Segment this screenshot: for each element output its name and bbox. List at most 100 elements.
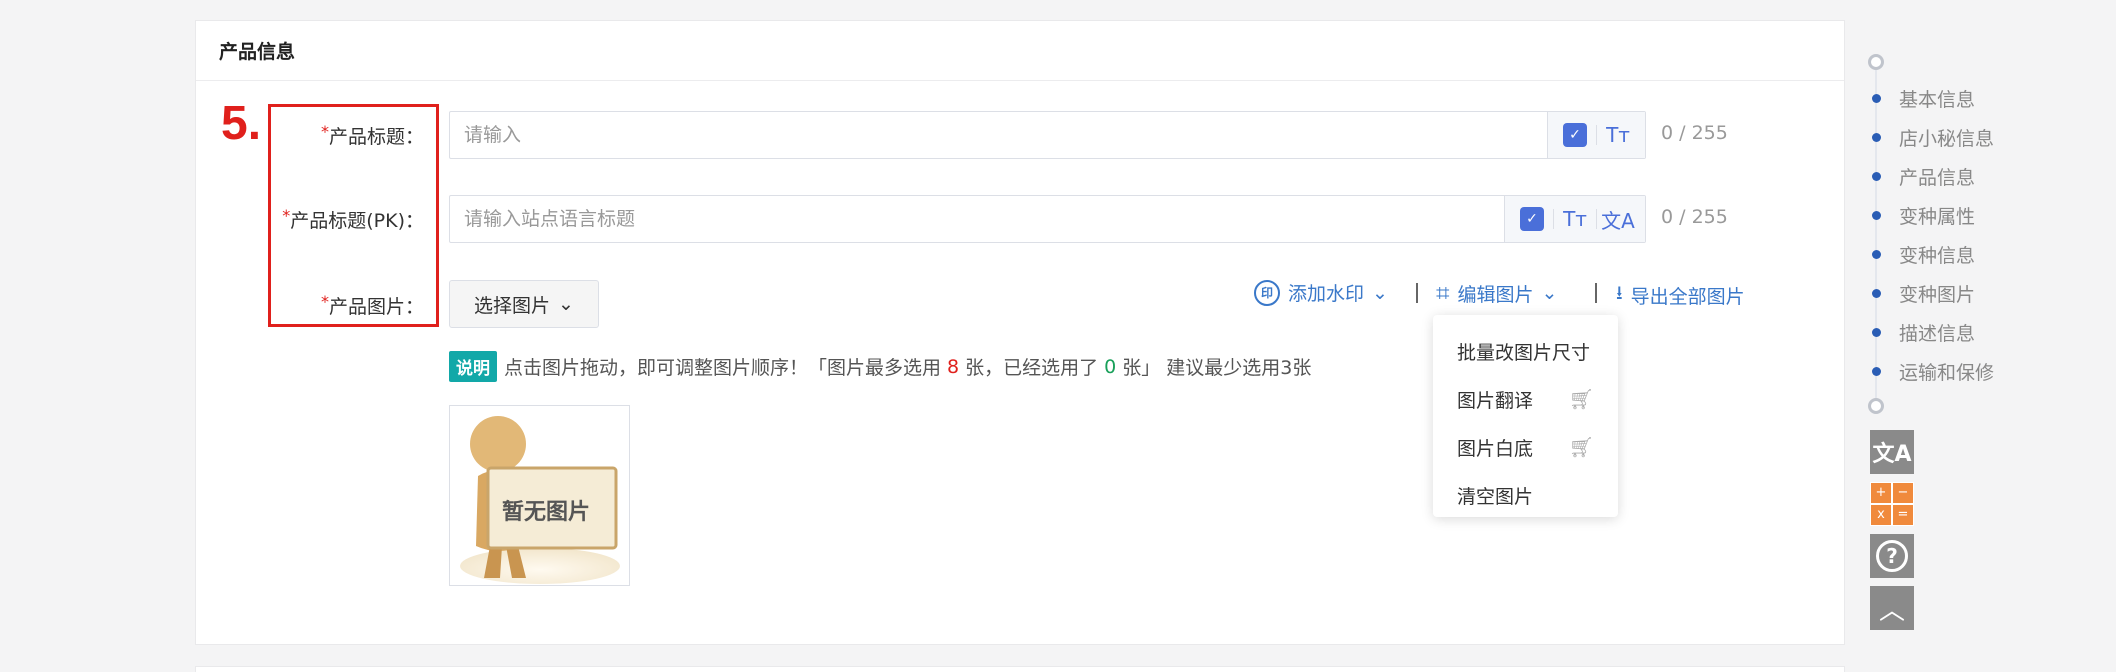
cart-icon: 🛒︎ [1568, 435, 1594, 459]
help-button[interactable]: ? [1870, 534, 1914, 578]
export-all-label: 导出全部图片 [1630, 285, 1745, 308]
nav-item-variant-attrs[interactable]: 变种属性 [1872, 202, 1975, 229]
nav-item-product-info[interactable]: 产品信息 [1872, 163, 1975, 190]
product-images-label-text: 产品图片： [328, 296, 424, 318]
chevron-up-icon: ︿ [1878, 595, 1905, 626]
translate-tool-button[interactable]: 文A [1870, 430, 1914, 474]
product-title-pk-label-text: 产品标题(PK)： [290, 210, 424, 232]
nav-item-description[interactable]: 描述信息 [1872, 319, 1975, 346]
chevron-down-icon: ⌄ [1541, 282, 1558, 304]
product-title-pk-input[interactable] [450, 196, 1504, 242]
select-images-button[interactable]: 选择图片 ⌄ [449, 280, 599, 328]
tip-text-a: 点击图片拖动，即可调整图片顺序！「图片最多选用 [504, 357, 942, 379]
product-title-field[interactable]: ✓ Tт [449, 111, 1646, 159]
product-title-input[interactable] [450, 112, 1547, 158]
calculator-button[interactable]: + − x = [1870, 482, 1914, 526]
add-watermark-label: 添加水印 [1288, 283, 1365, 305]
edit-images-button[interactable]: ⌗ 编辑图片 ⌄ [1436, 279, 1557, 307]
product-title-counter: 0 / 255 [1661, 122, 1728, 144]
nav-label: 变种属性 [1899, 206, 1976, 228]
calculator-icon: + − x = [1871, 483, 1913, 525]
add-watermark-button[interactable]: 印 添加水印 ⌄ [1254, 279, 1388, 306]
nav-item-variant-info[interactable]: 变种信息 [1872, 241, 1975, 268]
product-title-tools: ✓ Tт [1547, 112, 1645, 158]
menu-item-white-background[interactable]: 图片白底 🛒︎ [1433, 423, 1618, 471]
product-title-pk-field[interactable]: ✓ Tт 文A [449, 195, 1646, 243]
product-title-label-text: 产品标题： [328, 126, 424, 148]
nav-label: 基本信息 [1899, 89, 1976, 111]
watermark-icon: 印 [1254, 279, 1280, 306]
nav-label: 店小秘信息 [1899, 128, 1995, 150]
clean-brush-icon[interactable]: ✓ [1558, 120, 1592, 150]
toolbar-divider [1595, 283, 1597, 303]
nav-dot [1872, 172, 1881, 181]
menu-item-label: 清空图片 [1457, 485, 1534, 508]
product-title-pk-counter: 0 / 255 [1661, 206, 1728, 228]
nav-dot [1872, 133, 1881, 142]
export-all-images-button[interactable]: ⭳ 导出全部图片 [1616, 279, 1745, 311]
nav-item-variant-images[interactable]: 变种图片 [1872, 280, 1975, 307]
edit-images-label: 编辑图片 [1457, 283, 1534, 306]
menu-item-label: 图片白底 [1457, 437, 1534, 460]
menu-item-resize[interactable]: 批量改图片尺寸 [1433, 327, 1618, 375]
menu-item-clear-images[interactable]: 清空图片 [1433, 471, 1618, 519]
tip-text-c: 张」 建议最少选用3张 [1122, 357, 1312, 379]
tip-max-count: 8 [947, 355, 960, 378]
nav-item-basic-info[interactable]: 基本信息 [1872, 85, 1975, 112]
download-icon: ⭳ [1616, 282, 1623, 304]
text-case-icon[interactable]: Tт [1601, 120, 1635, 150]
menu-item-translate[interactable]: 图片翻译 🛒︎ [1433, 375, 1618, 423]
nav-item-shipping[interactable]: 运输和保修 [1872, 358, 1994, 385]
nav-dot [1872, 94, 1881, 103]
product-title-label: *产品标题： [320, 122, 424, 148]
nav-label: 变种信息 [1899, 245, 1976, 267]
text-case-icon[interactable]: Tт [1558, 204, 1592, 234]
nav-dot [1872, 328, 1881, 337]
calc-plus: + [1871, 483, 1891, 503]
no-image-caption: 暂无图片 [502, 500, 591, 525]
question-icon: ? [1876, 540, 1908, 572]
cart-icon: 🛒︎ [1568, 387, 1594, 411]
tip-used-count: 0 [1104, 355, 1117, 378]
nav-item-store-info[interactable]: 店小秘信息 [1872, 124, 1994, 151]
section-title: 产品信息 [196, 21, 1844, 81]
nav-dot [1872, 250, 1881, 259]
nav-label: 运输和保修 [1899, 362, 1995, 384]
edit-images-menu: 批量改图片尺寸 图片翻译 🛒︎ 图片白底 🛒︎ 清空图片 [1433, 315, 1618, 517]
calc-equals: = [1893, 505, 1913, 525]
anchor-line [1875, 70, 1877, 400]
nav-dot [1872, 211, 1881, 220]
divider [1596, 125, 1597, 145]
product-title-pk-label: *产品标题(PK)： [282, 206, 424, 232]
product-image-placeholder[interactable]: 暂无图片 [449, 405, 630, 586]
nav-label: 产品信息 [1899, 167, 1976, 189]
chevron-down-icon: ⌄ [558, 293, 574, 315]
clean-brush-icon[interactable]: ✓ [1515, 204, 1549, 234]
nav-dot [1872, 367, 1881, 376]
product-title-pk-tools: ✓ Tт 文A [1504, 196, 1645, 242]
product-images-label: *产品图片： [320, 292, 424, 318]
menu-item-label: 批量改图片尺寸 [1457, 341, 1591, 364]
divider [1596, 209, 1597, 229]
tip-tag: 说明 [449, 351, 497, 382]
chevron-down-icon: ⌄ [1372, 281, 1388, 304]
divider [1553, 209, 1554, 229]
nav-dot [1872, 289, 1881, 298]
step-annotation: 5. [221, 97, 262, 150]
nav-label: 描述信息 [1899, 323, 1976, 345]
translate-icon: 文A [1872, 442, 1912, 467]
back-to-top-button[interactable]: ︿ [1870, 586, 1914, 630]
calc-times: x [1871, 505, 1891, 525]
translate-icon[interactable]: 文A [1601, 204, 1635, 234]
nav-label: 变种图片 [1899, 284, 1976, 306]
calc-minus: − [1893, 483, 1913, 503]
crop-icon: ⌗ [1436, 279, 1450, 307]
toolbar-divider [1416, 283, 1418, 303]
anchor-end-ring [1868, 398, 1884, 414]
anchor-start-ring [1868, 54, 1884, 70]
menu-item-label: 图片翻译 [1457, 389, 1534, 412]
image-tip: 说明 点击图片拖动，即可调整图片顺序！「图片最多选用 8 张，已经选用了 0 张… [449, 351, 1311, 382]
tip-text-b: 张，已经选用了 [965, 357, 1099, 379]
select-images-label: 选择图片 [474, 294, 551, 317]
next-card-edge [195, 666, 1845, 672]
